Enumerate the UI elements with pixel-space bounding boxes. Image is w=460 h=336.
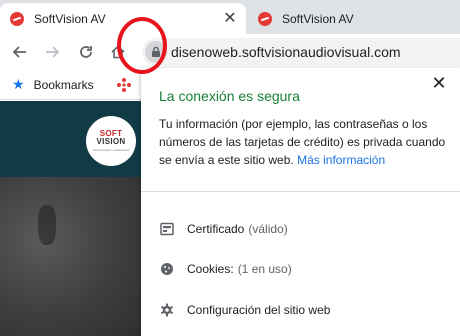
reload-button[interactable]: [72, 38, 100, 66]
reload-icon: [80, 46, 92, 58]
certificate-status: (válido): [248, 222, 288, 236]
cookie-icon: [159, 261, 175, 277]
back-button[interactable]: [6, 38, 34, 66]
address-bar[interactable]: disenoweb.softvisionaudiovisual.com: [142, 38, 460, 66]
connection-security-popup: ✕ La conexión es segura Tu información (…: [141, 68, 460, 336]
certificate-icon: [159, 221, 175, 237]
site-header: SOFT VISION comunicación • audiovisual: [0, 101, 141, 177]
hero-image: [0, 177, 141, 336]
cookies-count: (1 en uso): [237, 262, 292, 276]
site-settings-label: Configuración del sitio web: [187, 303, 331, 317]
more-info-link[interactable]: Más información: [297, 153, 385, 167]
close-icon[interactable]: ✕: [430, 74, 448, 92]
site-settings-row[interactable]: Configuración del sitio web: [159, 302, 330, 318]
star-icon: ★: [12, 76, 25, 92]
certificate-row[interactable]: Certificado (válido): [159, 221, 288, 237]
site-info-button[interactable]: [145, 41, 167, 63]
secure-connection-title: La conexión es segura: [159, 88, 300, 104]
forward-arrow-icon: [46, 46, 60, 58]
secure-connection-description: Tu información (por ejemplo, las contras…: [159, 115, 449, 169]
tab-title: SoftVision AV: [282, 11, 354, 26]
site-favicon-icon: [10, 11, 24, 26]
home-icon: [111, 45, 125, 59]
divider: [141, 191, 460, 192]
home-button[interactable]: [104, 38, 132, 66]
web-page: SOFT VISION comunicación • audiovisual: [0, 101, 141, 336]
back-arrow-icon: [12, 46, 26, 58]
cookies-row[interactable]: Cookies: (1 en uso): [159, 261, 292, 277]
certificate-label: Certificado: [187, 222, 245, 236]
bookmarks-folder[interactable]: ★ Bookmarks: [12, 76, 94, 93]
browser-toolbar: disenoweb.softvisionaudiovisual.com: [0, 34, 460, 70]
forward-button[interactable]: [38, 38, 66, 66]
url-text: disenoweb.softvisionaudiovisual.com: [171, 44, 401, 60]
logo-subtitle: comunicación • audiovisual: [92, 148, 130, 152]
logo-text-line2: VISION: [96, 137, 126, 146]
tab-active[interactable]: SoftVision AV ✕: [0, 3, 246, 34]
tab-strip: SoftVision AV ✕ SoftVision AV: [0, 0, 460, 34]
site-favicon-icon: [258, 11, 272, 26]
cookies-label: Cookies:: [187, 262, 234, 276]
settings-gear-icon: [159, 302, 175, 318]
tab-title: SoftVision AV: [34, 11, 106, 26]
bookmarks-label: Bookmarks: [33, 77, 94, 92]
lock-icon: [152, 46, 160, 57]
bookmark-site-icon[interactable]: [116, 77, 132, 93]
tab-inactive[interactable]: SoftVision AV: [248, 3, 460, 34]
site-logo[interactable]: SOFT VISION comunicación • audiovisual: [86, 116, 136, 166]
tab-close-icon[interactable]: ✕: [222, 10, 238, 27]
